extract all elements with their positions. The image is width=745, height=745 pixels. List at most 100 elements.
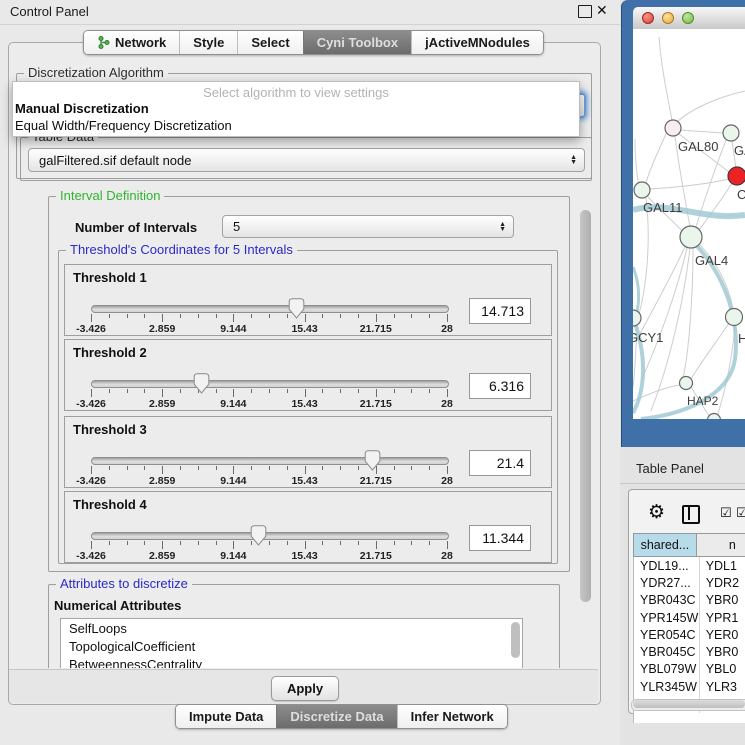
attributes-scrollbar[interactable] — [511, 622, 520, 658]
minor-tick — [216, 466, 217, 470]
cell-name: YBR0 — [700, 643, 745, 660]
slider-track[interactable] — [91, 457, 449, 465]
attribute-item-topologicalcoefficient[interactable]: TopologicalCoefficient — [61, 637, 522, 655]
table-row[interactable]: YLR345WYLR3 — [634, 678, 745, 695]
tab-network[interactable]: Network — [84, 31, 179, 54]
popup-option-equal-width-frequency-discretization[interactable]: Equal Width/Frequency Discretization — [13, 118, 579, 135]
tick-label: 15.43 — [275, 475, 335, 487]
network-edge — [646, 132, 667, 183]
slider-thumb[interactable] — [250, 525, 267, 546]
zoom-traffic-light[interactable] — [682, 12, 694, 24]
column-header-name[interactable]: n — [697, 533, 745, 557]
tick-label: 28 — [417, 323, 477, 335]
gear-icon[interactable]: ⚙ — [648, 501, 665, 524]
network-edge — [699, 183, 732, 230]
tick-label: 21.715 — [346, 475, 406, 487]
column-header-shared[interactable]: shared... — [633, 533, 697, 557]
network-edge — [691, 323, 729, 379]
node-label: GA — [734, 143, 745, 158]
tab-cyni-toolbox[interactable]: Cyni Toolbox — [303, 31, 411, 54]
slider-track[interactable] — [91, 305, 449, 313]
tab-style[interactable]: Style — [179, 31, 237, 54]
network-edge — [659, 37, 672, 120]
slider-thumb[interactable] — [364, 450, 381, 471]
tick-label: 28 — [417, 475, 477, 487]
table-row[interactable]: YDL19...YDL1 — [634, 557, 745, 574]
columns-icon[interactable] — [682, 505, 700, 524]
tab-jactivemnodules[interactable]: jActiveMNodules — [411, 31, 543, 54]
network-canvas[interactable]: GAL80GACGAL11GAL4GCY1HHAP2 — [633, 29, 745, 419]
minor-tick — [322, 541, 323, 545]
threshold-value-field[interactable]: 6.316 — [469, 373, 531, 399]
minor-tick — [322, 466, 323, 470]
minor-tick — [269, 314, 270, 318]
major-tick — [305, 466, 306, 474]
network-node[interactable] — [708, 414, 721, 420]
slider-thumb[interactable] — [193, 373, 210, 394]
tab-discretize-data[interactable]: Discretize Data — [276, 705, 396, 728]
minor-tick — [216, 541, 217, 545]
tick-label: 15.43 — [275, 398, 335, 410]
major-tick — [91, 466, 92, 474]
network-edge — [641, 248, 687, 381]
slider-track[interactable] — [91, 532, 449, 540]
network-node-hap2[interactable] — [680, 377, 693, 390]
network-node-ga[interactable] — [723, 125, 739, 141]
table-row[interactable]: YER054CYER0 — [634, 626, 745, 643]
table-data-select[interactable]: galFiltered.sif default node ▲▼ — [28, 148, 585, 172]
minor-tick — [109, 389, 110, 393]
close-icon[interactable]: ✕ — [596, 2, 608, 19]
minor-tick — [411, 466, 412, 470]
network-node-h[interactable] — [726, 309, 743, 326]
close-traffic-light[interactable] — [642, 12, 654, 24]
tick-label: 2.859 — [132, 323, 192, 335]
table-hscrollbar-thumb[interactable] — [633, 700, 745, 708]
attribute-item-betweennesscentrality[interactable]: BetweennessCentrality — [61, 655, 522, 668]
minor-tick — [358, 314, 359, 318]
apply-button[interactable]: Apply — [271, 676, 339, 701]
network-node-gal11[interactable] — [634, 182, 650, 198]
threshold-value-field[interactable]: 11.344 — [469, 525, 531, 551]
cell-name: YER0 — [700, 626, 745, 643]
table-row[interactable]: YBL079WYBL0 — [634, 661, 745, 678]
minor-tick — [180, 314, 181, 318]
panel-scrollbar-thumb[interactable] — [580, 210, 591, 602]
attribute-item-selfloops[interactable]: SelfLoops — [61, 619, 522, 637]
minor-tick — [269, 389, 270, 393]
cell-shared-name: YDR27... — [634, 574, 700, 591]
table-row[interactable]: YDR27...YDR2 — [634, 574, 745, 591]
network-node-gal80[interactable] — [665, 120, 681, 136]
select-none-check-icon[interactable]: ☑ — [736, 505, 745, 521]
major-tick — [91, 389, 92, 397]
tab-infer-network[interactable]: Infer Network — [397, 705, 507, 728]
table-row[interactable]: YBR043CYBR0 — [634, 592, 745, 609]
popup-option-manual-discretization[interactable]: Manual Discretization — [13, 101, 579, 118]
float-window-icon[interactable] — [578, 5, 592, 18]
minimize-traffic-light[interactable] — [662, 12, 674, 24]
threshold-value-field[interactable]: 21.4 — [469, 450, 531, 476]
cell-name: YLR3 — [700, 678, 745, 695]
network-node-gal4[interactable] — [680, 226, 702, 248]
tick-label: 9.144 — [203, 475, 263, 487]
attributes-listbox[interactable]: SelfLoopsTopologicalCoefficientBetweenne… — [60, 618, 523, 668]
table-row[interactable]: YBR045CYBR0 — [634, 643, 745, 660]
tab-select[interactable]: Select — [237, 31, 302, 54]
minor-tick — [269, 466, 270, 470]
minor-tick — [340, 389, 341, 393]
select-all-check-icon[interactable]: ☑ — [720, 505, 732, 521]
node-label: GAL4 — [695, 253, 728, 268]
major-tick — [447, 314, 448, 322]
threshold-value-field[interactable]: 14.713 — [469, 298, 531, 324]
threshold-label: Threshold 2 — [73, 345, 147, 360]
minor-tick — [287, 541, 288, 545]
slider-track[interactable] — [91, 380, 449, 388]
slider-thumb[interactable] — [288, 298, 305, 319]
num-intervals-select[interactable]: 5 ▲▼ — [222, 215, 514, 238]
minor-tick — [340, 314, 341, 318]
tick-label: 9.144 — [203, 398, 263, 410]
cell-name: YBL0 — [700, 661, 745, 678]
major-tick — [376, 314, 377, 322]
tab-impute-data[interactable]: Impute Data — [176, 705, 276, 728]
network-node-c[interactable] — [728, 167, 745, 185]
table-row[interactable]: YPR145WYPR1 — [634, 609, 745, 626]
